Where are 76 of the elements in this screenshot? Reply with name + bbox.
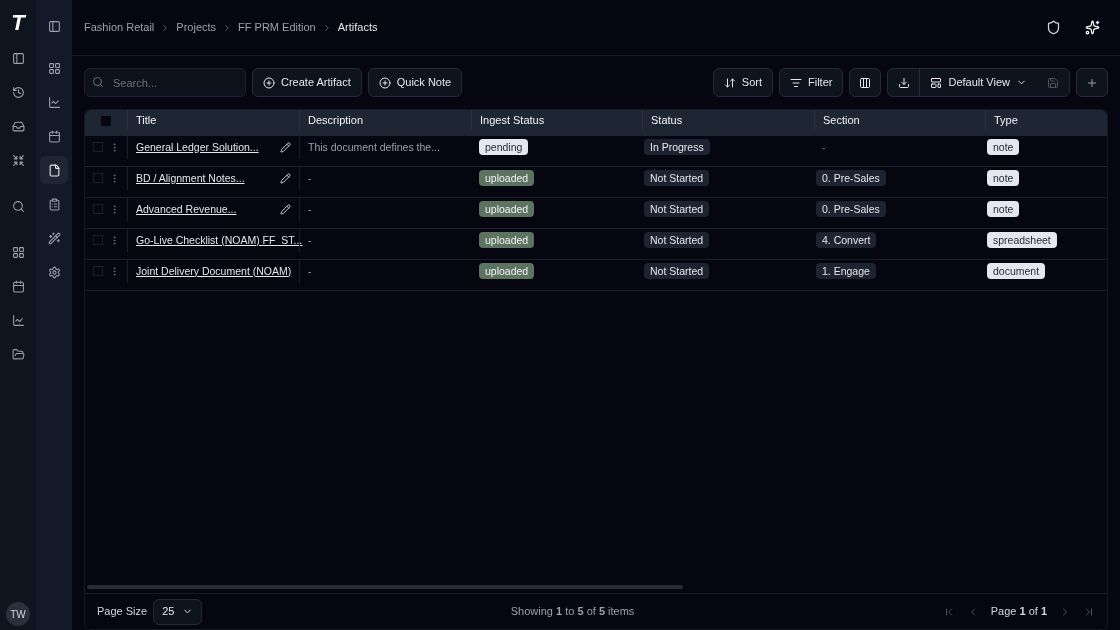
breadcrumb-item[interactable]: Fashion Retail xyxy=(84,19,155,36)
ingest-status-badge: uploaded xyxy=(479,169,535,186)
status-badge: Not Started xyxy=(644,262,710,279)
section-text: - xyxy=(821,140,827,153)
file-icon[interactable] xyxy=(40,156,68,184)
create-artifact-button[interactable]: Create Artifact xyxy=(252,68,362,97)
column-header[interactable]: Ingest Status xyxy=(471,110,642,132)
save-icon xyxy=(1047,76,1059,89)
status-badge: Not Started xyxy=(644,169,710,186)
columns-button[interactable] xyxy=(849,68,882,97)
sort-icon xyxy=(723,76,736,89)
add-button[interactable] xyxy=(1076,68,1108,97)
breadcrumb-item[interactable]: Projects xyxy=(176,19,217,36)
section-badge: 0. Pre-Sales xyxy=(816,169,886,186)
artifact-link[interactable]: Joint Delivery Document (NOAM) xyxy=(136,263,292,280)
column-header[interactable]: Type xyxy=(985,110,1107,132)
breadcrumb-item: Artifacts xyxy=(337,20,378,36)
shield-icon[interactable] xyxy=(1046,20,1061,35)
type-badge: note xyxy=(987,138,1020,155)
layout-icon xyxy=(930,76,943,89)
edit-icon[interactable] xyxy=(280,203,291,215)
section-badge: 0. Pre-Sales xyxy=(816,200,886,217)
artifact-link[interactable]: Advanced Revenue... xyxy=(136,201,237,218)
column-header[interactable]: Status xyxy=(642,110,814,132)
filter-button[interactable]: Filter xyxy=(779,68,844,97)
type-badge: note xyxy=(987,169,1020,186)
description-text: This document defines the... xyxy=(299,136,471,159)
search-icon xyxy=(92,76,104,88)
plus-icon xyxy=(1086,76,1098,89)
edit-icon[interactable] xyxy=(280,172,291,184)
last-page-icon[interactable] xyxy=(1083,605,1095,618)
artifact-link[interactable]: General Ledger Solution... xyxy=(136,139,259,156)
breadcrumb-item[interactable]: FF PRM Edition xyxy=(238,19,316,36)
artifact-link[interactable]: Go-Live Checklist (NOAM) FF_ST... xyxy=(136,232,303,249)
sparkle-icon[interactable] xyxy=(1085,20,1100,35)
type-badge: note xyxy=(987,200,1020,217)
page-indicator: Page 1 of 1 xyxy=(990,604,1047,620)
page-size-label: Page Size xyxy=(97,604,148,620)
select-all-checkbox[interactable] xyxy=(101,115,111,126)
section-badge: 4. Convert xyxy=(816,231,877,248)
ingest-status-badge: pending xyxy=(479,138,529,155)
page-size-select[interactable]: 25 xyxy=(153,598,203,625)
logo: T xyxy=(11,12,25,34)
avatar[interactable]: TW xyxy=(6,602,30,626)
type-badge: spreadsheet xyxy=(987,231,1057,248)
status-badge: In Progress xyxy=(644,138,710,155)
row-checkbox[interactable] xyxy=(92,266,103,277)
row-checkbox[interactable] xyxy=(92,142,103,153)
ingest-status-badge: uploaded xyxy=(479,262,535,279)
section-badge: 1. Engage xyxy=(816,262,876,279)
column-header[interactable]: Section xyxy=(814,110,985,132)
type-badge: document xyxy=(987,262,1046,279)
description-text: - xyxy=(299,260,471,283)
description-text: - xyxy=(299,167,471,190)
plus-circle-icon xyxy=(378,76,391,89)
ingest-status-badge: uploaded xyxy=(479,200,535,217)
plus-circle-icon xyxy=(263,76,275,89)
edit-icon[interactable] xyxy=(280,141,291,153)
filter-icon xyxy=(790,76,802,89)
status-badge: Not Started xyxy=(644,231,710,248)
showing-text: Showing 1 to 5 of 5 items xyxy=(510,604,635,620)
row-checkbox[interactable] xyxy=(92,235,103,246)
ingest-status-badge: uploaded xyxy=(479,231,535,248)
artifact-link[interactable]: BD / Alignment Notes... xyxy=(136,170,245,187)
columns-icon xyxy=(859,76,872,89)
horizontal-scrollbar[interactable] xyxy=(87,585,683,589)
description-text: - xyxy=(299,198,471,221)
column-header[interactable]: Description xyxy=(299,110,471,132)
row-checkbox[interactable] xyxy=(92,204,103,215)
row-checkbox[interactable] xyxy=(92,173,103,184)
quick-note-button[interactable]: Quick Note xyxy=(367,68,463,97)
search-field[interactable]: Search... xyxy=(84,68,246,97)
download-icon xyxy=(897,76,910,89)
status-badge: Not Started xyxy=(644,200,710,217)
sort-button[interactable]: Sort xyxy=(712,68,773,97)
column-header[interactable]: Title xyxy=(127,110,299,132)
